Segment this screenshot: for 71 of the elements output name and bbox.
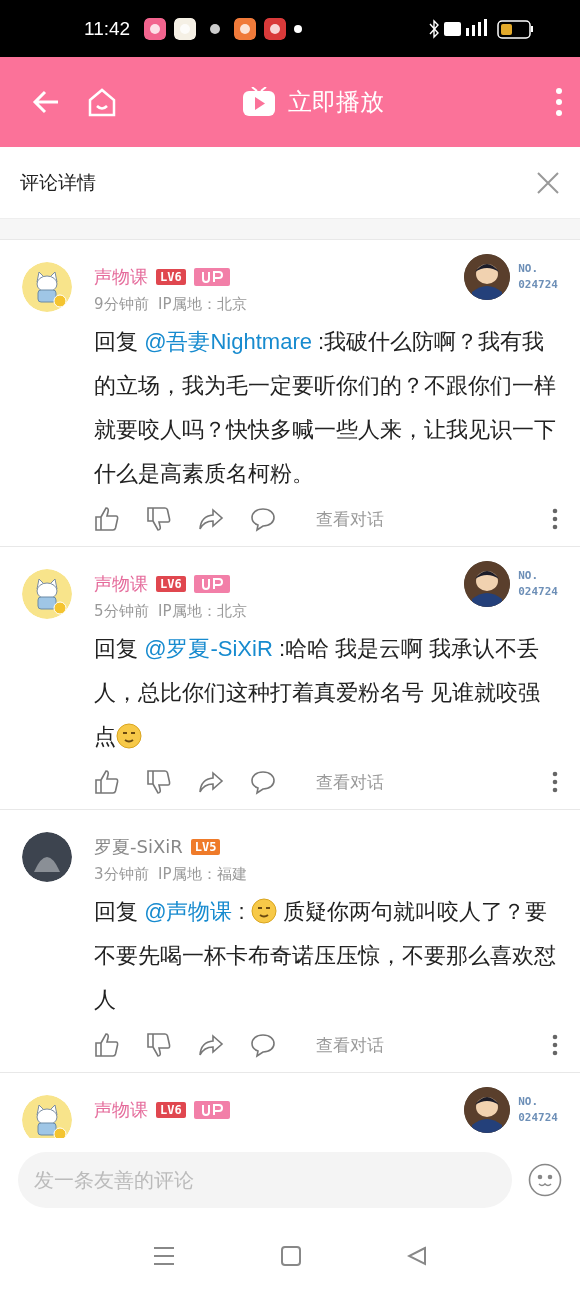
fan-badge-number: 024724 [518,277,558,293]
more-icon[interactable] [552,771,558,793]
cartoon-cat-avatar[interactable] [22,569,72,619]
level-badge: LV5 [190,839,221,855]
more-icon[interactable] [552,508,558,530]
home-icon [86,86,118,118]
level-badge: LV6 [156,576,186,592]
username[interactable]: 声物课 [94,1098,148,1122]
more-icon[interactable] [556,88,562,116]
home-square-icon[interactable] [281,1245,301,1266]
tv-play-icon [242,87,276,117]
comment-meta: 9分钟前 IP属地：北京 [94,295,248,314]
fan-badge-label: NO. [518,1093,540,1110]
thumbs-down-icon[interactable] [146,506,172,532]
more-icon[interactable] [552,1034,558,1056]
comment-meta: 3分钟前 IP属地：福建 [94,865,248,884]
fan-badge-number: 024724 [518,584,558,600]
fan-badge-label: NO. [518,260,540,277]
level-badge: LV6 [156,269,186,285]
app-notification-icon [144,17,167,40]
panel-title: 评论详情 [20,169,97,195]
emoji-icon [250,898,277,924]
back-triangle-icon[interactable] [407,1245,427,1266]
username[interactable]: 声物课 [94,265,148,289]
fan-badge-label: NO. [518,567,540,584]
comment-icon[interactable] [250,1032,276,1058]
view-conversation-link[interactable]: 查看对话 [316,770,526,794]
share-icon[interactable] [198,506,224,532]
fan-badge-number: 024724 [518,1110,558,1126]
up-badge-icon [193,268,230,286]
comment-icon[interactable] [250,506,276,532]
emoji-icon[interactable] [528,1162,562,1197]
thumbs-up-icon[interactable] [94,506,120,532]
username[interactable]: 罗夏-SiXiR [94,835,183,859]
comment-text: 回复 @声物课 : 质疑你两句就叫咬人了？要不要先喝一杯卡布奇诺压压惊，不要那么喜欢怼人 [94,897,557,1014]
back-arrow-icon [32,90,60,114]
app-notification-icon [264,17,287,40]
close-icon[interactable] [536,170,560,195]
notification-dot-icon [294,24,303,33]
thumbs-up-icon[interactable] [94,1032,120,1058]
comment-text: 回复 @吾妻Nightmare :我破什么防啊？我有我的立场，我为毛一定要听你们的？不跟你们一样就要咬人吗？快快多喊一些人来，让我见识一下什么是高素质名柯粉。 [94,328,557,488]
level-badge: LV6 [156,1102,186,1118]
up-badge-icon [193,1101,230,1119]
play-now-button[interactable]: 立即播放 [288,86,384,118]
comment-meta: 5分钟前 IP属地：北京 [94,602,248,621]
emoji-icon [116,723,142,749]
app-notification-icon [174,17,197,40]
comment-text: 回复 @罗夏-SiXiR :哈哈 我是云啊 我承认不丢人，总比你们这种打着真爱粉名号 见谁就咬强点 [94,635,542,751]
app-notification-icon [234,17,257,40]
username[interactable]: 声物课 [94,572,148,596]
user-mention-link[interactable]: @吾妻Nightmare [144,329,312,354]
user-mention-link[interactable]: @声物课 [144,899,233,924]
thumbs-down-icon[interactable] [146,1032,172,1058]
fan-badge-avatar [464,1087,511,1133]
comment-input-field[interactable]: 发一条友善的评论 [18,1151,512,1208]
comment-icon[interactable] [250,769,276,795]
thumbs-up-icon[interactable] [94,769,120,795]
fan-badge-avatar [464,254,511,300]
fan-badge-avatar [464,561,511,607]
share-icon[interactable] [198,769,224,795]
cartoon-cat-avatar[interactable] [22,1095,72,1138]
view-conversation-link[interactable]: 查看对话 [316,507,526,531]
menu-icon[interactable] [153,1245,175,1266]
cartoon-cat-avatar[interactable] [22,262,72,312]
user-mention-link[interactable]: @罗夏-SiXiR [144,636,273,661]
share-icon[interactable] [198,1032,224,1058]
clock: 11:42 [84,17,131,40]
thumbs-down-icon[interactable] [146,769,172,795]
view-conversation-link[interactable]: 查看对话 [316,1033,526,1057]
user-avatar[interactable] [22,832,72,882]
up-badge-icon [193,575,230,593]
